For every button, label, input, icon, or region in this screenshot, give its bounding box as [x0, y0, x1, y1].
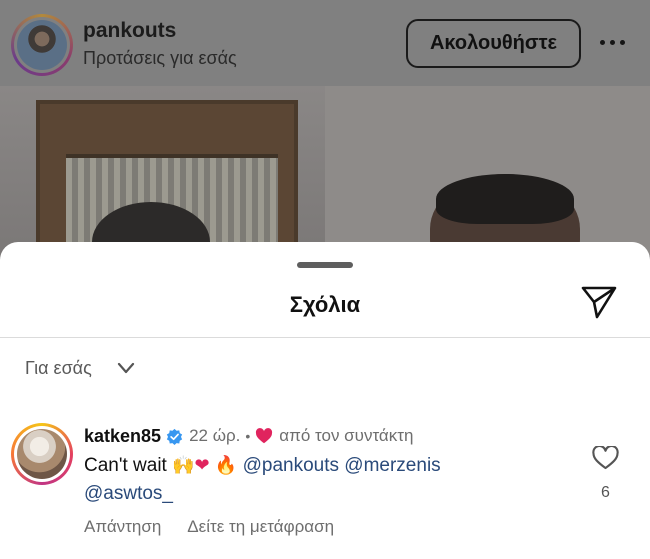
reply-button[interactable]: Απάντηση	[84, 517, 161, 537]
commenter-avatar[interactable]	[11, 423, 73, 485]
like-count: 6	[601, 484, 610, 501]
mention-link[interactable]: @pankouts	[243, 455, 339, 476]
sheet-title: Σχόλια	[289, 292, 361, 317]
post-header: pankouts Προτάσεις για εσάς Ακολουθήστε	[0, 0, 650, 86]
post-image	[0, 86, 650, 256]
chevron-down-icon[interactable]	[116, 358, 136, 378]
liked-by-author-label: από τον συντάκτη	[279, 426, 414, 445]
drag-handle[interactable]	[297, 262, 353, 268]
sort-label[interactable]: Για εσάς	[25, 358, 92, 379]
avatar-photo	[17, 20, 67, 70]
verified-badge-icon	[166, 428, 183, 445]
post-subtitle: Προτάσεις για εσάς	[83, 48, 237, 68]
heart-filled-icon	[256, 428, 273, 444]
comment-body: Can't wait	[84, 455, 167, 476]
follow-button[interactable]: Ακολουθήστε	[406, 19, 581, 68]
paper-plane-icon[interactable]	[580, 284, 618, 320]
raising-hands-emoji: 🙌	[172, 455, 195, 476]
comment-meta: katken85 22 ώρ. • από τον συντάκτη	[84, 425, 413, 447]
divider	[0, 337, 650, 338]
comment-username[interactable]: katken85	[84, 426, 161, 447]
post-author-avatar[interactable]	[11, 14, 73, 76]
comment-text: Can't wait 🙌❤ 🔥 @pankouts @merzenis @asw…	[84, 452, 584, 508]
separator-dot: •	[245, 428, 251, 444]
mention-link[interactable]: @aswtos_	[84, 483, 173, 504]
heart-outline-icon[interactable]	[592, 446, 619, 470]
avatar-photo	[17, 429, 67, 479]
comments-sheet: Σχόλια Για εσάς katken85 22 ώρ. • από το…	[0, 242, 650, 559]
comment-actions: Απάντηση Δείτε τη μετάφραση	[84, 517, 334, 537]
red-heart-emoji: ❤	[194, 455, 210, 476]
fire-emoji: 🔥	[214, 455, 238, 476]
more-horizontal-icon[interactable]	[600, 32, 630, 52]
mention-link[interactable]: @merzenis	[344, 455, 440, 476]
post-username[interactable]: pankouts	[83, 19, 176, 43]
see-translation-button[interactable]: Δείτε τη μετάφραση	[187, 517, 334, 537]
comment-timestamp: 22 ώρ.	[189, 426, 241, 445]
